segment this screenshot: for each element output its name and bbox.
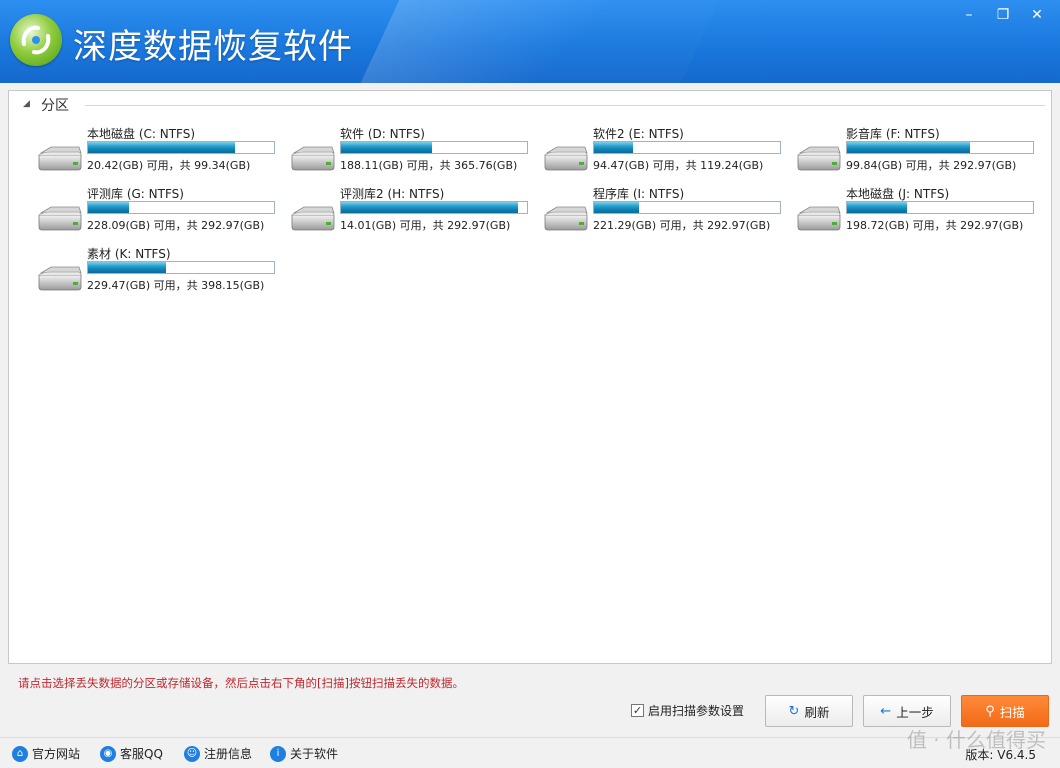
drive-usage-fill xyxy=(847,142,970,153)
watermark: 值 · 什么值得买 xyxy=(906,728,1046,752)
hard-drive-icon xyxy=(35,143,83,175)
registration-info-label: 注册信息 xyxy=(204,747,253,761)
drive-item[interactable]: 本地磁盘 (C: NTFS) 20.42(GB) 可用，共 99.34(GB) xyxy=(35,125,285,181)
refresh-label: 刷新 xyxy=(804,704,830,720)
drive-item[interactable]: 软件 (D: NTFS) 188.11(GB) 可用，共 365.76(GB) xyxy=(288,125,538,181)
arrow-left-icon: ← xyxy=(880,703,892,719)
drive-usage-fill xyxy=(341,202,518,213)
partition-panel: ◢ 分区 本地磁盘 (C: NTFS) 20.42(GB) 可用，共 99.34(… xyxy=(8,90,1052,664)
drive-usage-fill xyxy=(341,142,433,153)
group-label: 分区 xyxy=(41,98,69,114)
refresh-icon: ↻ xyxy=(788,703,800,719)
hard-drive-icon xyxy=(288,143,336,175)
drive-usage-bar xyxy=(87,141,275,154)
drive-usage-fill xyxy=(88,202,129,213)
customer-service-qq-link[interactable]: ◉ 客服QQ xyxy=(100,745,163,762)
hard-drive-icon xyxy=(794,203,842,235)
drive-name: 软件 (D: NTFS) xyxy=(340,127,425,141)
drive-item[interactable]: 评测库2 (H: NTFS) 14.01(GB) 可用，共 292.97(GB) xyxy=(288,185,538,241)
drive-usage-bar xyxy=(340,141,528,154)
scan-settings-checkbox[interactable]: ✓ xyxy=(631,704,644,717)
official-website-label: 官方网站 xyxy=(32,747,81,761)
drive-usage-bar xyxy=(846,141,1034,154)
drive-item[interactable]: 程序库 (I: NTFS) 221.29(GB) 可用，共 292.97(GB) xyxy=(541,185,791,241)
search-icon: ⚲ xyxy=(985,703,995,719)
hard-drive-icon xyxy=(288,203,336,235)
drive-item[interactable]: 评测库 (G: NTFS) 228.09(GB) 可用，共 292.97(GB) xyxy=(35,185,285,241)
scan-settings-label: 启用扫描参数设置 xyxy=(648,704,745,718)
drive-name: 本地磁盘 (J: NTFS) xyxy=(846,187,950,201)
back-button[interactable]: ← 上一步 xyxy=(863,695,951,727)
hard-drive-icon xyxy=(35,203,83,235)
minimize-button[interactable]: – xyxy=(954,4,984,26)
drive-usage-bar xyxy=(87,261,275,274)
drive-name: 影音库 (F: NTFS) xyxy=(846,127,940,141)
customer-service-label: 客服QQ xyxy=(120,747,163,761)
info-icon: i xyxy=(270,745,286,762)
hard-drive-icon xyxy=(794,143,842,175)
drive-usage-bar xyxy=(846,201,1034,214)
app-title: 深度数据恢复软件 xyxy=(73,27,353,67)
drive-capacity-info: 229.47(GB) 可用，共 398.15(GB) xyxy=(87,279,265,292)
hard-drive-icon xyxy=(35,263,83,295)
qq-icon: ◉ xyxy=(100,745,116,762)
collapse-arrow-icon[interactable]: ◢ xyxy=(23,99,30,109)
drive-capacity-info: 228.09(GB) 可用，共 292.97(GB) xyxy=(87,219,265,232)
drive-usage-fill xyxy=(594,142,634,153)
instruction-text: 请点击选择丢失数据的分区或存储设备，然后点击右下角的[扫描]按钮扫描丢失的数据。 xyxy=(18,676,464,690)
status-bar: ⌂ 官方网站 ◉ 客服QQ ☺ 注册信息 i 关于软件 版本: V6.4.5 xyxy=(0,737,1060,768)
drive-name: 软件2 (E: NTFS) xyxy=(593,127,684,141)
hard-drive-icon xyxy=(541,143,589,175)
about-software-label: 关于软件 xyxy=(290,747,339,761)
window-controls: – ❐ ✕ xyxy=(954,4,1052,26)
drive-capacity-info: 188.11(GB) 可用，共 365.76(GB) xyxy=(340,159,518,172)
restore-button[interactable]: ❐ xyxy=(988,4,1018,26)
hard-drive-icon xyxy=(541,203,589,235)
drive-item[interactable]: 软件2 (E: NTFS) 94.47(GB) 可用，共 119.24(GB) xyxy=(541,125,791,181)
drive-item[interactable]: 本地磁盘 (J: NTFS) 198.72(GB) 可用，共 292.97(GB) xyxy=(794,185,1044,241)
drive-name: 程序库 (I: NTFS) xyxy=(593,187,685,201)
group-divider xyxy=(85,105,1045,106)
drive-usage-fill xyxy=(88,142,235,153)
drive-usage-bar xyxy=(593,201,781,214)
drive-name: 素材 (K: NTFS) xyxy=(87,247,171,261)
about-software-link[interactable]: i 关于软件 xyxy=(270,745,338,762)
scan-button[interactable]: ⚲ 扫描 xyxy=(961,695,1049,727)
title-bar: 深度数据恢复软件 – ❐ ✕ xyxy=(0,0,1060,83)
drive-usage-bar xyxy=(340,201,528,214)
drive-usage-bar xyxy=(593,141,781,154)
drive-name: 评测库 (G: NTFS) xyxy=(87,187,184,201)
drive-item[interactable]: 影音库 (F: NTFS) 99.84(GB) 可用，共 292.97(GB) xyxy=(794,125,1044,181)
partition-group-header[interactable]: ◢ 分区 xyxy=(21,95,1045,115)
drive-item[interactable]: 素材 (K: NTFS) 229.47(GB) 可用，共 398.15(GB) xyxy=(35,245,285,301)
app-logo-icon xyxy=(10,14,62,66)
drive-name: 本地磁盘 (C: NTFS) xyxy=(87,127,196,141)
drive-capacity-info: 20.42(GB) 可用，共 99.34(GB) xyxy=(87,159,251,172)
title-decoration xyxy=(360,0,720,83)
drive-capacity-info: 221.29(GB) 可用，共 292.97(GB) xyxy=(593,219,771,232)
home-icon: ⌂ xyxy=(12,745,28,762)
back-label: 上一步 xyxy=(896,704,934,720)
drive-usage-fill xyxy=(847,202,907,213)
scan-label: 扫描 xyxy=(999,704,1025,720)
drive-usage-fill xyxy=(88,262,167,273)
drive-usage-bar xyxy=(87,201,275,214)
registration-info-link[interactable]: ☺ 注册信息 xyxy=(184,745,252,762)
official-website-link[interactable]: ⌂ 官方网站 xyxy=(12,745,80,762)
drive-capacity-info: 14.01(GB) 可用，共 292.97(GB) xyxy=(340,219,511,232)
drive-capacity-info: 94.47(GB) 可用，共 119.24(GB) xyxy=(593,159,764,172)
user-icon: ☺ xyxy=(184,745,200,762)
drive-capacity-info: 198.72(GB) 可用，共 292.97(GB) xyxy=(846,219,1024,232)
refresh-button[interactable]: ↻ 刷新 xyxy=(765,695,853,727)
scan-settings-toggle[interactable]: ✓ 启用扫描参数设置 xyxy=(631,702,744,719)
drive-capacity-info: 99.84(GB) 可用，共 292.97(GB) xyxy=(846,159,1017,172)
drive-usage-fill xyxy=(594,202,639,213)
drive-name: 评测库2 (H: NTFS) xyxy=(340,187,445,201)
close-button[interactable]: ✕ xyxy=(1022,4,1052,26)
